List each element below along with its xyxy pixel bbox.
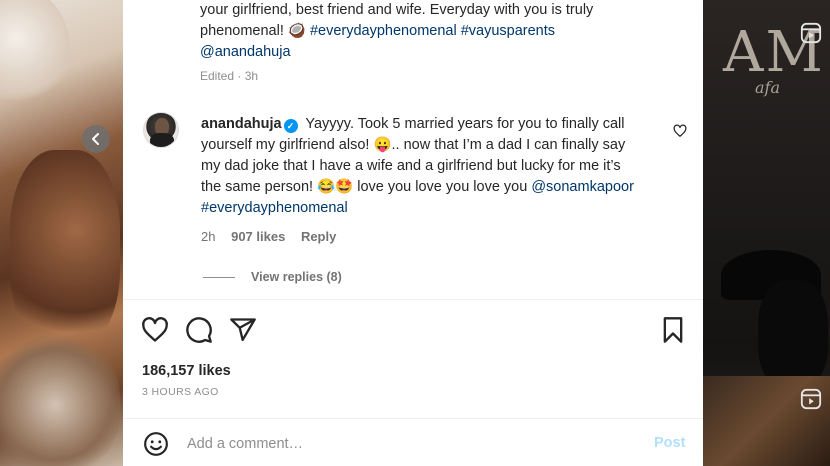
caption-emoji: 🥥 [287, 23, 306, 39]
bookmark-icon[interactable] [659, 316, 687, 344]
background-photo-right: AM afa [703, 0, 830, 466]
hashtag-link[interactable]: #everydayphenomenal [310, 23, 457, 39]
reel-icon [800, 388, 822, 410]
divider-line [203, 276, 235, 278]
view-replies-button[interactable]: View replies (8) [203, 270, 342, 284]
emoji-icon[interactable] [143, 431, 169, 457]
avatar[interactable] [143, 112, 179, 148]
divider [123, 299, 703, 300]
edited-timestamp: Edited · 3h [200, 69, 259, 83]
caption-line: @anandahuja [200, 42, 670, 63]
add-comment-bar: Post [123, 419, 703, 466]
comment-like-heart-icon[interactable] [673, 124, 687, 138]
photo-shape [0, 330, 120, 466]
photo-shape [10, 150, 120, 350]
chevron-left-icon [92, 133, 99, 145]
mention-link[interactable]: @sonamkapoor [531, 179, 634, 195]
caption-line: your girlfriend, best friend and wife. E… [200, 2, 594, 18]
post-actions [141, 316, 257, 344]
verified-badge-icon: ✓ [283, 119, 298, 133]
post-caption: your girlfriend, best friend and wife. E… [200, 0, 670, 63]
comment-body: anandahuja ✓ Yayyyy. Took 5 married years… [201, 114, 641, 219]
mention-link[interactable]: @anandahuja [200, 44, 291, 60]
comment-likes-link[interactable]: 907 likes [231, 229, 285, 244]
post-likes-count[interactable]: 186,157 likes [142, 363, 231, 379]
comment-input[interactable] [187, 431, 627, 457]
comment-icon[interactable] [185, 316, 213, 344]
background-photo-left [0, 0, 123, 466]
comment-emoji: 😛 [373, 137, 392, 153]
post-comment-button[interactable]: Post [654, 435, 685, 451]
post-comments-panel: your girlfriend, best friend and wife. E… [123, 0, 703, 466]
previous-post-button[interactable] [82, 125, 110, 153]
comment-emoji: 😂🤩 [317, 179, 354, 195]
photo-shape [0, 0, 70, 110]
magazine-subtitle: afa [755, 78, 780, 97]
comment-meta: 2h 907 likes Reply [201, 229, 348, 244]
caption-line: phenomenal! 🥥 #everydayphenomenal #vayus… [200, 21, 670, 42]
view-replies-label: View replies (8) [251, 270, 342, 284]
caption-text: phenomenal! [200, 23, 284, 39]
photo-shape [758, 280, 828, 390]
hashtag-link[interactable]: #vayusparents [461, 23, 555, 39]
comment-username[interactable]: anandahuja [201, 116, 282, 132]
heart-icon[interactable] [141, 316, 169, 344]
comment-text: love you love you love you [357, 179, 528, 195]
reply-button[interactable]: Reply [301, 229, 336, 244]
hashtag-link[interactable]: #everydayphenomenal [201, 200, 348, 216]
post-timestamp: 3 HOURS AGO [142, 386, 219, 398]
avatar-shape [150, 133, 174, 147]
share-icon[interactable] [229, 316, 257, 344]
reel-icon [800, 22, 822, 44]
comment-time: 2h [201, 229, 216, 244]
